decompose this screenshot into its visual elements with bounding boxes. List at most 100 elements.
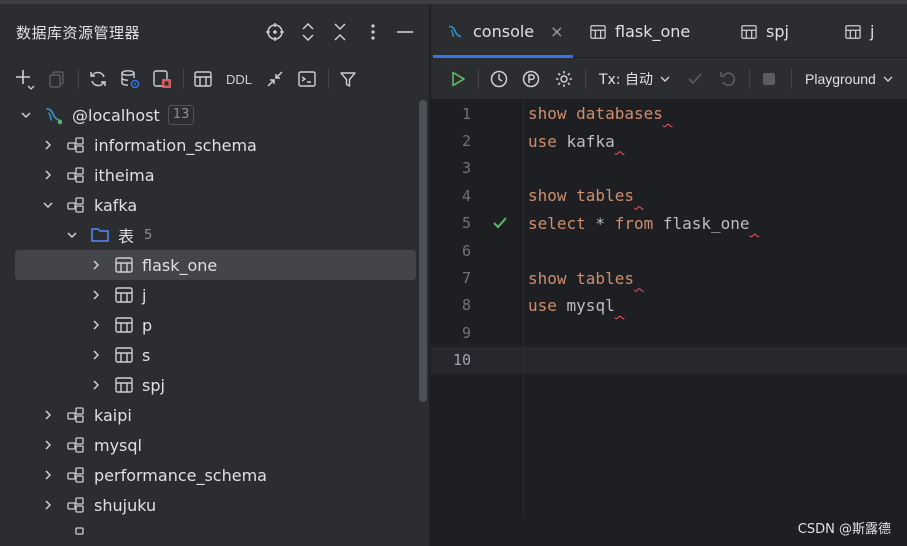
tree-node-cutoff <box>0 520 430 536</box>
crosshair-locate-icon[interactable] <box>262 19 288 45</box>
code-text: show tables <box>528 269 644 288</box>
history-clock-icon[interactable] <box>486 66 512 92</box>
schema-icon <box>66 135 86 155</box>
rollback-icon[interactable] <box>715 66 741 92</box>
code-line[interactable]: 5 select * from flask_one <box>431 210 907 237</box>
chevron-right-icon[interactable] <box>88 317 104 333</box>
chevron-right-icon[interactable] <box>88 287 104 303</box>
tree-node-db-kaipi[interactable]: kaipi <box>0 400 430 430</box>
more-options-icon[interactable] <box>360 19 386 45</box>
line-number: 4 <box>461 186 471 205</box>
tab-j[interactable]: j <box>844 5 874 58</box>
code-line[interactable]: 7 show tables <box>431 264 907 291</box>
ddl-button[interactable]: DDL <box>222 66 256 92</box>
tab-label: spj <box>766 22 789 41</box>
tree-node-folder-tables[interactable]: 表 5 <box>0 220 430 250</box>
jump-to-query-icon[interactable] <box>262 66 288 92</box>
chevron-down-icon[interactable] <box>40 197 56 213</box>
commit-check-icon[interactable] <box>682 66 708 92</box>
toolbar-divider <box>328 69 330 89</box>
line-number: 2 <box>461 132 471 151</box>
code-line[interactable]: 9 <box>431 319 907 346</box>
table-icon <box>740 24 758 40</box>
editor-panel: console × flask_one spj j Tx: 自动 Playgro… <box>431 5 907 546</box>
expand-all-icon[interactable] <box>295 19 321 45</box>
refresh-icon[interactable] <box>85 66 111 92</box>
tab-console[interactable]: console × <box>447 5 564 58</box>
chevron-down-icon[interactable] <box>64 227 80 243</box>
gutter-divider <box>523 100 524 517</box>
code-line[interactable]: 8 use mysql <box>431 292 907 319</box>
gutter-cell <box>471 214 528 232</box>
tree-label-db: mysql <box>94 435 142 455</box>
code-text: use mysql <box>528 296 624 315</box>
folder-icon <box>90 225 110 245</box>
tree-label-db: itheima <box>94 165 155 185</box>
code-text: show databases <box>528 104 673 123</box>
tree-node-table-s[interactable]: s <box>0 340 430 370</box>
data-source-properties-icon[interactable] <box>117 66 143 92</box>
tab-flask-one[interactable]: flask_one <box>589 5 690 58</box>
table-editor-icon[interactable] <box>190 66 216 92</box>
code-line[interactable]: 3 <box>431 155 907 182</box>
duplicate-icon[interactable] <box>44 66 70 92</box>
playground-dropdown[interactable]: Playground <box>805 66 894 92</box>
tree-node-db-kafka[interactable]: kafka <box>0 190 430 220</box>
collapse-all-icon[interactable] <box>327 19 353 45</box>
watermark: CSDN @斯露德 <box>797 522 891 537</box>
line-number: 9 <box>461 323 471 342</box>
disconnect-icon[interactable] <box>149 66 175 92</box>
sql-keyword: show databases <box>528 104 663 124</box>
chevron-right-icon[interactable] <box>88 377 104 393</box>
chevron-right-icon[interactable] <box>88 257 104 273</box>
sql-keyword: select <box>528 213 586 233</box>
run-icon[interactable] <box>445 66 471 92</box>
tree-node-db-itheima[interactable]: itheima <box>0 160 430 190</box>
missing-semicolon-warning <box>615 132 625 151</box>
sql-identifier: mysql <box>556 295 615 315</box>
tree-node-db-performance-schema[interactable]: performance_schema <box>0 460 430 490</box>
close-tab-icon[interactable]: × <box>550 22 563 41</box>
toolbar-divider <box>749 69 750 89</box>
explain-plan-icon[interactable] <box>518 66 544 92</box>
code-line[interactable]: 4 show tables <box>431 182 907 209</box>
tree-node-table-flask-one[interactable]: flask_one <box>0 250 430 280</box>
chevron-right-icon[interactable] <box>88 347 104 363</box>
missing-semicolon-warning <box>750 214 760 233</box>
tree-label-db: shujuku <box>94 495 157 515</box>
editor-tabs: console × flask_one spj j <box>431 5 907 58</box>
tree-node-root[interactable]: @localhost 13 <box>0 100 430 130</box>
filter-icon[interactable] <box>335 66 361 92</box>
transaction-mode-dropdown[interactable]: Tx: 自动 <box>599 66 671 92</box>
chevron-right-icon[interactable] <box>40 497 56 513</box>
minimize-icon[interactable] <box>392 19 418 45</box>
console-icon[interactable] <box>294 66 320 92</box>
chevron-right-icon[interactable] <box>40 167 56 183</box>
tab-spj[interactable]: spj <box>740 5 789 58</box>
settings-gear-icon[interactable] <box>551 66 577 92</box>
add-icon[interactable] <box>12 66 38 92</box>
tree-node-db-shujuku[interactable]: shujuku <box>0 490 430 520</box>
sql-keyword: from <box>614 213 654 233</box>
schema-icon <box>66 525 86 536</box>
stop-icon[interactable] <box>756 66 782 92</box>
tree-node-table-spj[interactable]: spj <box>0 370 430 400</box>
chevron-right-icon[interactable] <box>40 407 56 423</box>
tree-node-table-p[interactable]: p <box>0 310 430 340</box>
line-number: 7 <box>461 269 471 288</box>
code-line[interactable]: 10 <box>431 346 907 374</box>
chevron-right-icon[interactable] <box>40 137 56 153</box>
code-line[interactable]: 1 show databases <box>431 100 907 127</box>
code-editor[interactable]: 1 show databases 2 use kafka 3 4 show tables… <box>431 100 907 517</box>
tree-node-db-information-schema[interactable]: information_schema <box>0 130 430 160</box>
tree-node-table-j[interactable]: j <box>0 280 430 310</box>
chevron-down-icon[interactable] <box>18 107 34 123</box>
chevron-right-icon[interactable] <box>40 467 56 483</box>
tree-node-db-mysql[interactable]: mysql <box>0 430 430 460</box>
code-line[interactable]: 2 use kafka <box>431 127 907 154</box>
folder-count: 5 <box>144 227 153 243</box>
code-line[interactable]: 6 <box>431 237 907 264</box>
chevron-right-icon[interactable] <box>40 437 56 453</box>
tab-label: flask_one <box>615 22 691 41</box>
table-icon <box>114 375 134 395</box>
